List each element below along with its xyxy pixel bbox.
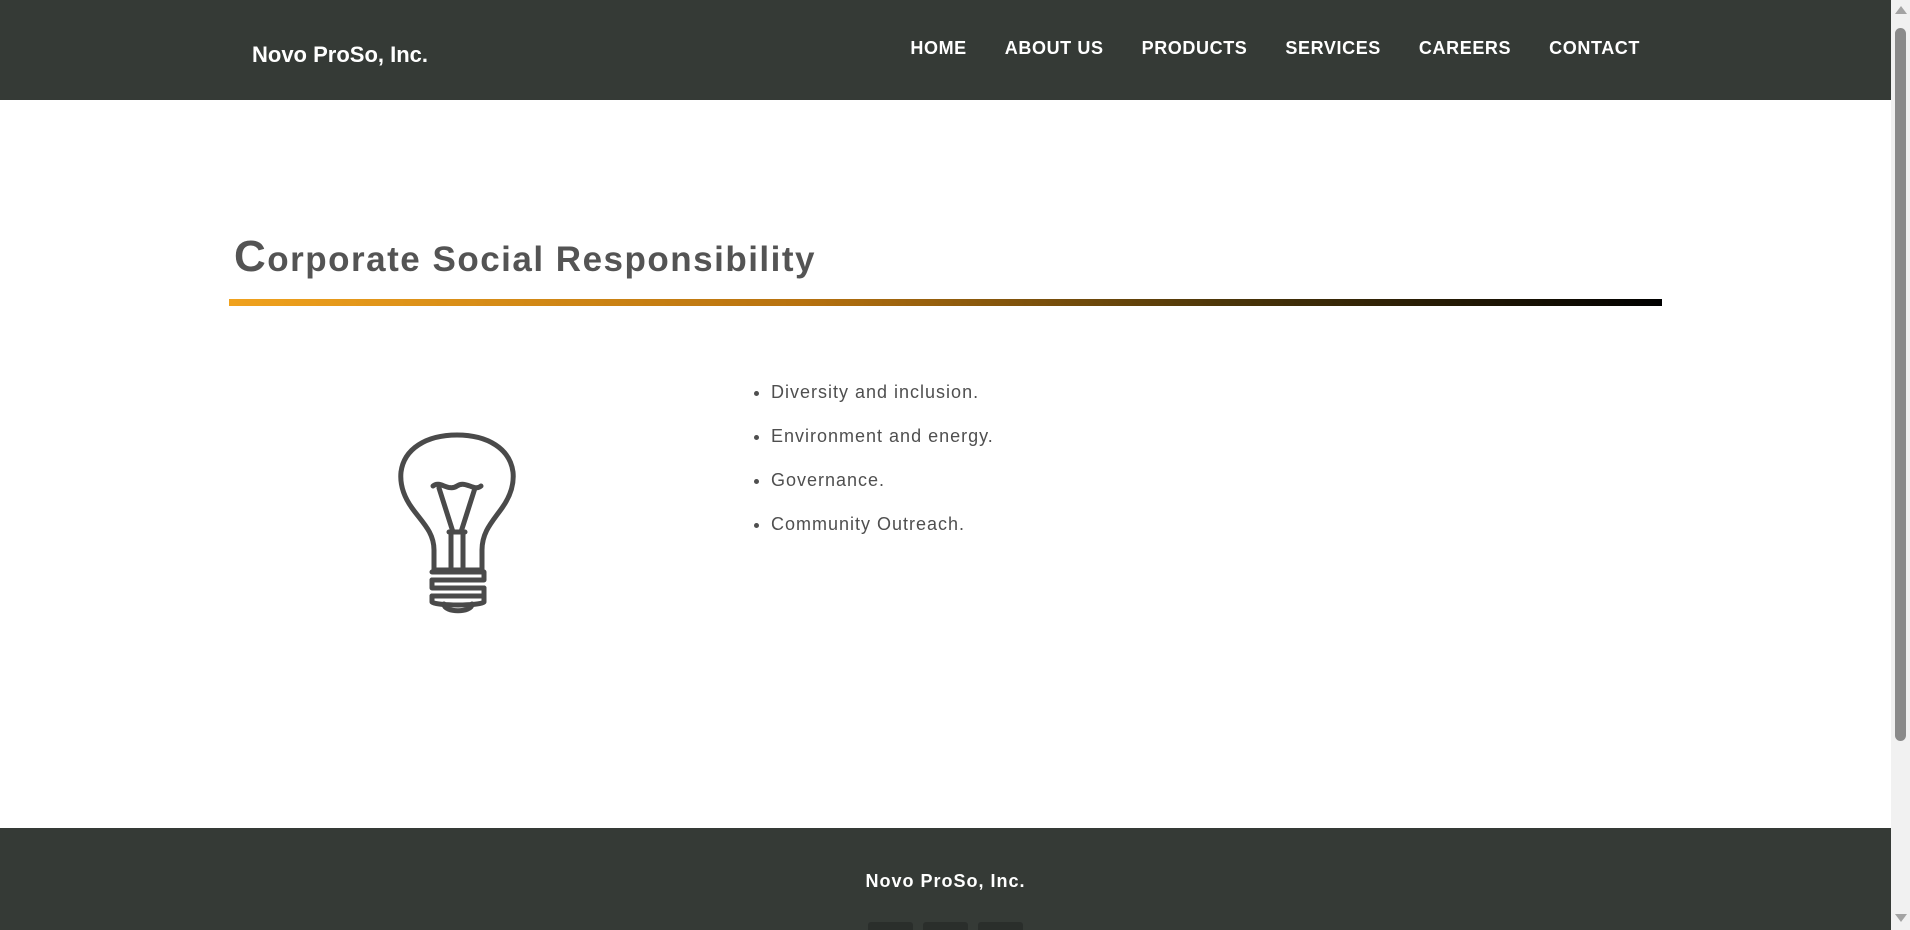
- site-footer: Novo ProSo, Inc.: [0, 828, 1891, 930]
- nav-home[interactable]: HOME: [910, 38, 966, 59]
- social-link-1[interactable]: [868, 922, 913, 930]
- page: Novo ProSo, Inc. HOME ABOUT US PRODUCTS …: [0, 0, 1910, 930]
- nav-products[interactable]: PRODUCTS: [1142, 38, 1248, 59]
- nav-services[interactable]: SERVICES: [1285, 38, 1381, 59]
- social-link-3[interactable]: [978, 922, 1023, 930]
- list-item: Community Outreach.: [771, 502, 994, 546]
- scroll-up-arrow-icon[interactable]: [1895, 6, 1907, 14]
- scrollbar-thumb[interactable]: [1895, 28, 1906, 741]
- nav-contact[interactable]: CONTACT: [1549, 38, 1640, 59]
- main-content: Corporate Social Responsibility • Divers…: [0, 100, 1891, 828]
- csr-topics-list: Diversity and inclusion. Environment and…: [752, 370, 994, 546]
- page-title: Corporate Social Responsibility: [234, 232, 817, 281]
- vertical-scrollbar[interactable]: [1891, 0, 1910, 930]
- lightbulb-icon: [396, 432, 520, 623]
- social-link-2[interactable]: [923, 922, 968, 930]
- social-links: [868, 922, 1023, 930]
- title-divider: [229, 299, 1662, 306]
- list-item: Governance.: [771, 458, 994, 502]
- footer-brand: Novo ProSo, Inc.: [865, 871, 1026, 891]
- scroll-down-arrow-icon[interactable]: [1895, 914, 1907, 922]
- nav-about-us[interactable]: ABOUT US: [1005, 38, 1104, 59]
- main-nav: HOME ABOUT US PRODUCTS SERVICES CAREERS …: [910, 38, 1640, 59]
- site-header: Novo ProSo, Inc. HOME ABOUT US PRODUCTS …: [0, 0, 1891, 100]
- nav-careers[interactable]: CAREERS: [1419, 38, 1511, 59]
- list-item: Diversity and inclusion.: [771, 370, 994, 414]
- site-brand[interactable]: Novo ProSo, Inc.: [252, 42, 428, 68]
- list-item: Environment and energy.: [771, 414, 994, 458]
